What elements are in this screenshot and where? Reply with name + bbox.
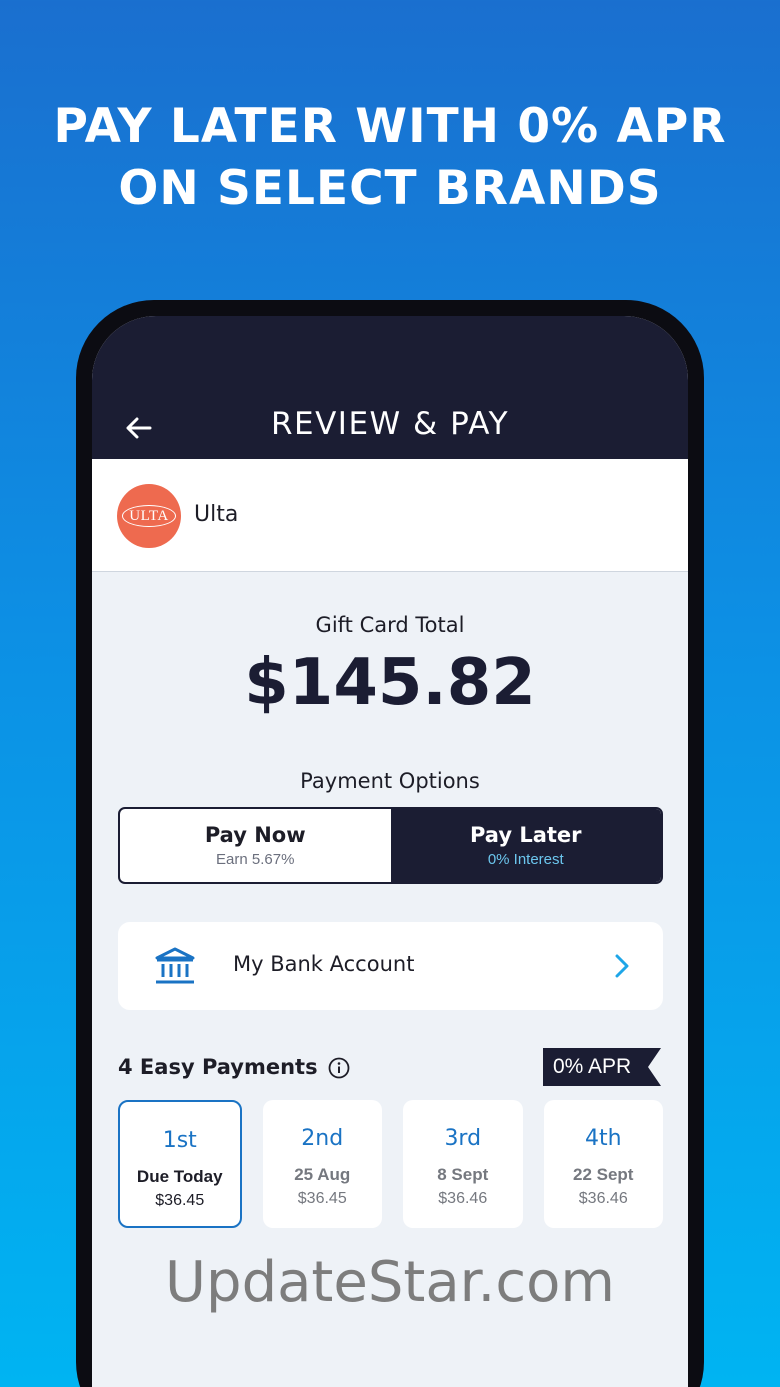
pay-now-option[interactable]: Pay Now Earn 5.67% <box>120 809 391 882</box>
pay-now-title: Pay Now <box>204 823 306 847</box>
payment-options-label: Payment Options <box>300 769 480 793</box>
payment-option-toggle: Pay Now Earn 5.67% Pay Later 0% Interest <box>118 807 663 884</box>
installment-ordinal: 4th <box>584 1126 622 1151</box>
installment-card[interactable]: 1st Due Today $36.45 <box>118 1100 242 1228</box>
merchant-row: ULTA Ulta <box>92 459 688 572</box>
total-amount: $145.82 <box>244 646 536 720</box>
merchant-logo: ULTA <box>117 484 181 548</box>
installment-card[interactable]: 2nd 25 Aug $36.45 <box>262 1100 382 1228</box>
installment-amount: $36.45 <box>297 1190 347 1207</box>
installment-ordinal: 1st <box>162 1128 197 1153</box>
promo-headline: PAY LATER WITH 0% APR ON SELECT BRANDS <box>0 96 780 220</box>
app-bar: REVIEW & PAY <box>92 316 688 459</box>
easy-payments-label: 4 Easy Payments <box>118 1055 318 1079</box>
installment-amount: $36.45 <box>155 1192 205 1209</box>
chevron-right-icon <box>615 954 629 978</box>
watermark: UpdateStar.com <box>165 1250 615 1315</box>
pay-later-title: Pay Later <box>469 823 582 847</box>
total-label: Gift Card Total <box>315 613 465 637</box>
installment-ordinal: 3rd <box>444 1126 482 1151</box>
pay-now-subtitle: Earn 5.67% <box>216 851 295 868</box>
apr-badge: 0% APR <box>543 1048 661 1086</box>
installment-amount: $36.46 <box>578 1190 628 1207</box>
bank-account-label: My Bank Account <box>233 952 415 976</box>
phone-frame: REVIEW & PAY ULTA Ulta Gift Card Total $… <box>76 300 704 1387</box>
pay-later-subtitle: 0% Interest <box>487 851 564 868</box>
info-icon[interactable] <box>328 1057 350 1079</box>
installment-date: 22 Sept <box>573 1165 634 1184</box>
installment-ordinal: 2nd <box>301 1126 344 1151</box>
pay-later-option[interactable]: Pay Later 0% Interest <box>390 809 661 882</box>
bank-icon <box>155 947 195 984</box>
installment-card[interactable]: 4th 22 Sept $36.46 <box>543 1100 663 1228</box>
installment-list: 1st Due Today $36.45 2nd 25 Aug $36.45 3… <box>118 1100 663 1228</box>
merchant-logo-text: ULTA <box>122 505 176 527</box>
bank-account-selector[interactable]: My Bank Account <box>118 922 663 1010</box>
installment-date: Due Today <box>136 1167 223 1186</box>
headline-line-2: ON SELECT BRANDS <box>118 161 662 216</box>
installment-date: 8 Sept <box>437 1165 489 1184</box>
phone-screen: REVIEW & PAY ULTA Ulta Gift Card Total $… <box>92 316 688 1387</box>
merchant-name: Ulta <box>194 502 239 527</box>
installment-date: 25 Aug <box>294 1165 351 1184</box>
installment-card[interactable]: 3rd 8 Sept $36.46 <box>403 1100 523 1228</box>
installment-amount: $36.46 <box>438 1190 488 1207</box>
page-title: REVIEW & PAY <box>270 406 510 442</box>
headline-line-1: PAY LATER WITH 0% APR <box>53 99 727 154</box>
